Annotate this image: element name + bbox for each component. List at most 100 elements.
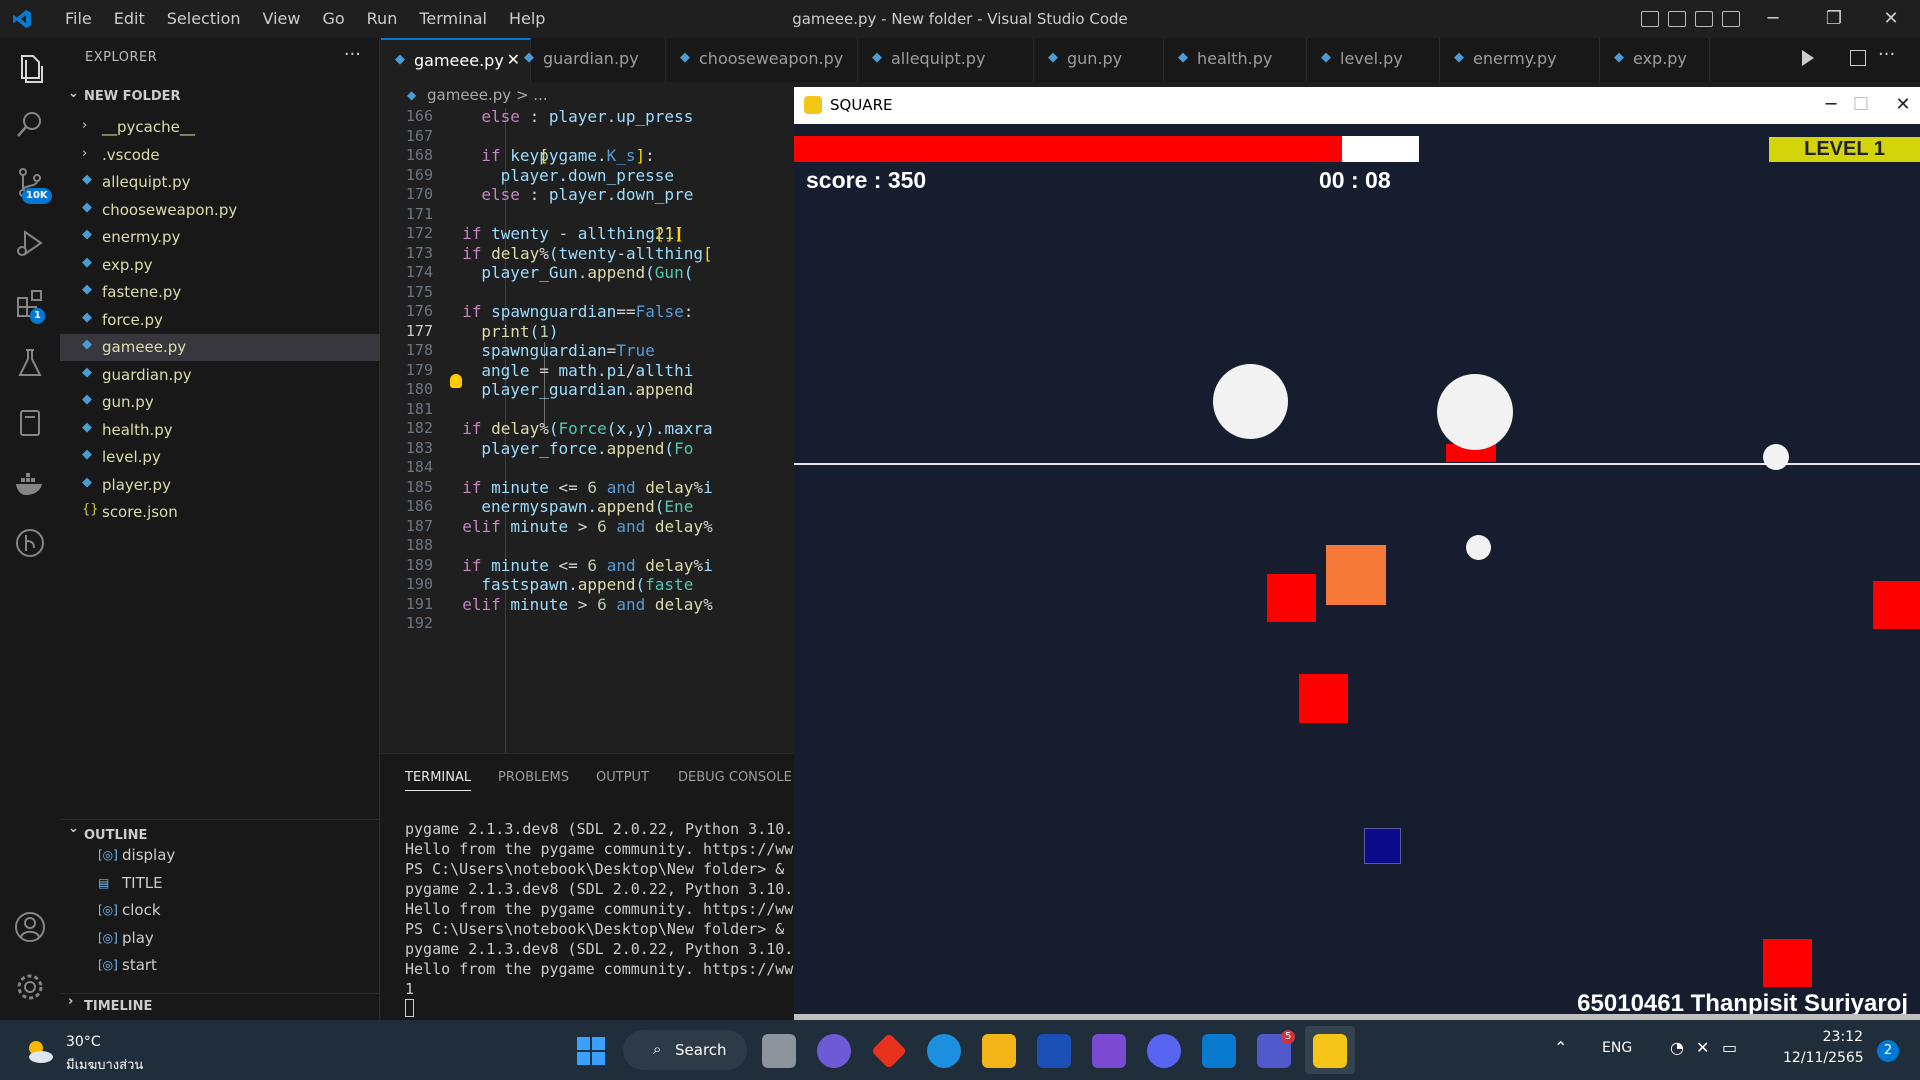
toggle-secondary-sidebar-icon[interactable] <box>1695 11 1713 27</box>
outline-item[interactable]: [◎] start <box>60 953 380 980</box>
menu-help[interactable]: Help <box>498 0 556 38</box>
file-item[interactable]: ◆ chooseweapon.py <box>60 197 380 224</box>
terminal-output[interactable]: pygame 2.1.3.dev8 (SDL 2.0.22, Python 3.… <box>405 819 801 999</box>
weather-widget[interactable]: 30°C มีเมฆบางส่วน <box>24 1032 164 1073</box>
timeline-section[interactable]: › TIMELINE <box>60 993 380 1015</box>
settings-gear-icon[interactable] <box>13 970 47 1004</box>
tab-gun[interactable]: ◆ gun.py <box>1034 38 1164 82</box>
battery-icon[interactable]: ▭ <box>1722 1038 1737 1057</box>
whiteboard-icon[interactable] <box>1037 1034 1071 1068</box>
tab-guardian[interactable]: ◆ guardian.py <box>510 38 666 82</box>
pygame-app-icon[interactable] <box>1313 1034 1347 1068</box>
tab-debug-console[interactable]: DEBUG CONSOLE <box>678 770 792 785</box>
explorer-icon[interactable] <box>13 52 47 86</box>
outline-item[interactable]: [◎] clock <box>60 898 380 925</box>
wifi-icon[interactable]: ◔ <box>1670 1038 1684 1057</box>
start-windows-icon[interactable] <box>574 1034 608 1068</box>
tab-health[interactable]: ◆ health.py <box>1164 38 1307 82</box>
file-item[interactable]: › .vscode <box>60 142 380 169</box>
accounts-icon[interactable] <box>13 910 47 944</box>
code-editor[interactable]: 166 else : player.up_press 167 168 if key[py… <box>381 108 801 753</box>
minimize-button[interactable]: ─ <box>1760 6 1786 32</box>
more-actions-icon[interactable]: ··· <box>1878 44 1895 65</box>
tab-level[interactable]: ◆ level.py <box>1307 38 1440 82</box>
testing-icon[interactable] <box>13 346 47 380</box>
split-editor-icon[interactable] <box>1850 50 1866 66</box>
git-graph-icon[interactable] <box>13 526 47 560</box>
file-item[interactable]: ◆ allequipt.py <box>60 169 380 196</box>
remote-explorer-icon[interactable] <box>13 406 47 440</box>
notification-badge[interactable]: 2 <box>1877 1040 1899 1062</box>
python-file-icon: ◆ <box>1048 50 1058 65</box>
line-number: 190 <box>405 575 433 593</box>
variable-icon: [◎] <box>98 930 118 945</box>
toggle-sidebar-icon[interactable] <box>1641 11 1659 27</box>
menu-terminal[interactable]: Terminal <box>408 0 498 38</box>
tab-terminal[interactable]: TERMINAL <box>405 770 472 791</box>
customize-layout-icon[interactable] <box>1722 11 1740 27</box>
file-item[interactable]: ◆ enermy.py <box>60 224 380 251</box>
game-canvas[interactable]: score : 350 00 : 08 LEVEL 1 65010461 Tha… <box>794 124 1920 1020</box>
game-maximize-button[interactable]: ☐ <box>1846 92 1876 118</box>
breadcrumb-file[interactable]: gameee.py > ... <box>427 86 548 104</box>
tab-problems[interactable]: PROBLEMS <box>498 770 569 785</box>
folder-section[interactable]: ⌄ NEW FOLDER <box>60 86 380 108</box>
run-debug-icon[interactable] <box>13 226 47 260</box>
file-item[interactable]: ◆ exp.py <box>60 252 380 279</box>
tab-enermy[interactable]: ◆ enermy.py <box>1440 38 1600 82</box>
file-item[interactable]: ◆ force.py <box>60 307 380 334</box>
taskbar-search[interactable]: ⌕ Search <box>623 1030 747 1070</box>
tab-allequipt[interactable]: ◆ allequipt.py <box>858 38 1034 82</box>
edge-browser-icon[interactable] <box>927 1034 961 1068</box>
file-item[interactable]: › __pycache__ <box>60 114 380 141</box>
file-item[interactable]: ◆ fastene.py <box>60 279 380 306</box>
menu-selection[interactable]: Selection <box>156 0 252 38</box>
game-minimize-button[interactable]: ─ <box>1816 92 1846 118</box>
chevron-up-icon[interactable]: ⌃ <box>1554 1038 1567 1057</box>
docker-icon[interactable] <box>13 466 47 500</box>
file-item[interactable]: ◆ guardian.py <box>60 362 380 389</box>
file-item[interactable]: ◆ health.py <box>60 417 380 444</box>
outline-item[interactable]: ▤ TITLE <box>60 871 380 898</box>
menu-go[interactable]: Go <box>311 0 355 38</box>
outline-item[interactable]: [◎] play <box>60 926 380 953</box>
menu-view[interactable]: View <box>252 0 312 38</box>
menu-file[interactable]: File <box>54 0 103 38</box>
tab-exp[interactable]: ◆ exp.py <box>1600 38 1710 82</box>
input-language[interactable]: ENG <box>1602 1040 1632 1056</box>
run-python-file-icon[interactable] <box>1802 50 1814 66</box>
line-number: 188 <box>405 536 433 554</box>
game-close-button[interactable]: ✕ <box>1888 92 1918 118</box>
menu-run[interactable]: Run <box>356 0 409 38</box>
python-file-icon: ◆ <box>82 282 92 297</box>
file-item[interactable]: ◆ gun.py <box>60 389 380 416</box>
file-explorer-icon[interactable] <box>982 1034 1016 1068</box>
close-button[interactable]: ✕ <box>1878 6 1904 32</box>
tab-output[interactable]: OUTPUT <box>596 770 649 785</box>
clock-time[interactable]: 23:12 <box>1783 1029 1863 1045</box>
toggle-panel-icon[interactable] <box>1668 11 1686 27</box>
file-item[interactable]: {} score.json <box>60 499 380 526</box>
file-name: health.py <box>102 420 173 439</box>
file-item[interactable]: ◆ player.py <box>60 472 380 499</box>
tab-gameee[interactable]: ◆ gameee.py ✕ <box>381 38 531 82</box>
tab-chooseweapon[interactable]: ◆ chooseweapon.py <box>666 38 858 82</box>
outline-section[interactable]: ⌄ OUTLINE <box>60 819 380 843</box>
visual-studio-icon[interactable] <box>1092 1034 1126 1068</box>
teams-chat-icon[interactable] <box>817 1034 851 1068</box>
menu-edit[interactable]: Edit <box>103 0 156 38</box>
volume-muted-icon[interactable]: ✕ <box>1696 1038 1709 1057</box>
guardian-orb <box>1437 374 1513 450</box>
search-icon[interactable] <box>13 108 47 142</box>
file-item[interactable]: ◆ level.py <box>60 444 380 471</box>
discord-icon[interactable] <box>1147 1034 1181 1068</box>
more-actions-icon[interactable]: ··· <box>344 44 361 65</box>
lightbulb-icon[interactable] <box>450 374 462 388</box>
vscode-icon[interactable] <box>1202 1034 1236 1068</box>
task-view-icon[interactable] <box>762 1034 796 1068</box>
file-item[interactable]: ◆ gameee.py <box>60 334 380 361</box>
outline-item[interactable]: [◎] display <box>60 843 380 870</box>
restore-button[interactable]: ❐ <box>1821 6 1847 32</box>
clock-date[interactable]: 12/11/2565 <box>1783 1050 1864 1066</box>
app-icon[interactable] <box>870 1032 908 1070</box>
